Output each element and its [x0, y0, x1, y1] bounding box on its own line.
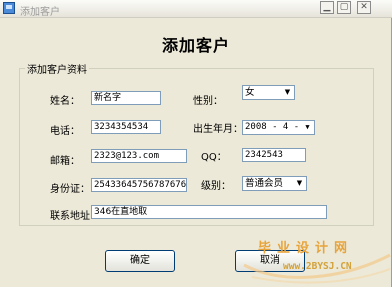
- window-title: 添加客户: [20, 7, 60, 18]
- gender-select[interactable]: 女 ▼: [242, 85, 295, 100]
- email-label: 邮箱：: [50, 156, 80, 167]
- name-label: 姓名：: [50, 96, 80, 107]
- group-label: 添加客户资料: [25, 61, 89, 76]
- watermark-text: 毕业设计网: [258, 241, 354, 256]
- chevron-down-icon[interactable]: ▼: [293, 177, 306, 190]
- id-number-input[interactable]: 254336457567876767: [91, 178, 187, 192]
- add-customer-window: 添加客户 ▁ ▢ ✕ 添加客户 添加客户资料 姓名： 新名字 性别： 女 ▼ 电…: [0, 0, 392, 287]
- level-select[interactable]: 普通会员 ▼: [242, 176, 307, 191]
- chevron-down-icon[interactable]: ▼: [281, 86, 294, 99]
- name-input[interactable]: 新名字: [91, 91, 161, 105]
- maximize-button[interactable]: ▢: [337, 1, 351, 14]
- birth-label: 出生年月：: [193, 124, 243, 135]
- level-value: 普通会员: [245, 178, 284, 189]
- app-icon: [3, 2, 15, 14]
- page-heading: 添加客户: [161, 36, 230, 55]
- birth-date-picker[interactable]: 2008 - 4 - 9 ▼: [242, 120, 315, 135]
- watermark-url: www.2BYSJ.CN: [283, 261, 352, 272]
- gender-label: 性别：: [193, 96, 223, 107]
- id-label: 身份证：: [50, 184, 90, 195]
- qq-input[interactable]: 2342543: [242, 148, 306, 162]
- qq-label: QQ：: [201, 152, 227, 163]
- phone-input[interactable]: 3234354534: [91, 120, 161, 134]
- email-input[interactable]: 2323@123.com: [91, 149, 187, 163]
- phone-label: 电话：: [50, 126, 80, 137]
- level-label: 级别：: [201, 181, 231, 192]
- chevron-down-icon[interactable]: ▼: [301, 121, 314, 134]
- close-button[interactable]: ✕: [357, 1, 371, 14]
- address-input[interactable]: 346在直地取: [91, 205, 327, 219]
- title-bar: 添加客户 ▁ ▢ ✕: [0, 0, 392, 18]
- ok-button[interactable]: 确定: [105, 250, 175, 272]
- watermark-swoosh-icon: [243, 253, 391, 284]
- minimize-button[interactable]: ▁: [320, 1, 334, 14]
- gender-value: 女: [245, 87, 255, 98]
